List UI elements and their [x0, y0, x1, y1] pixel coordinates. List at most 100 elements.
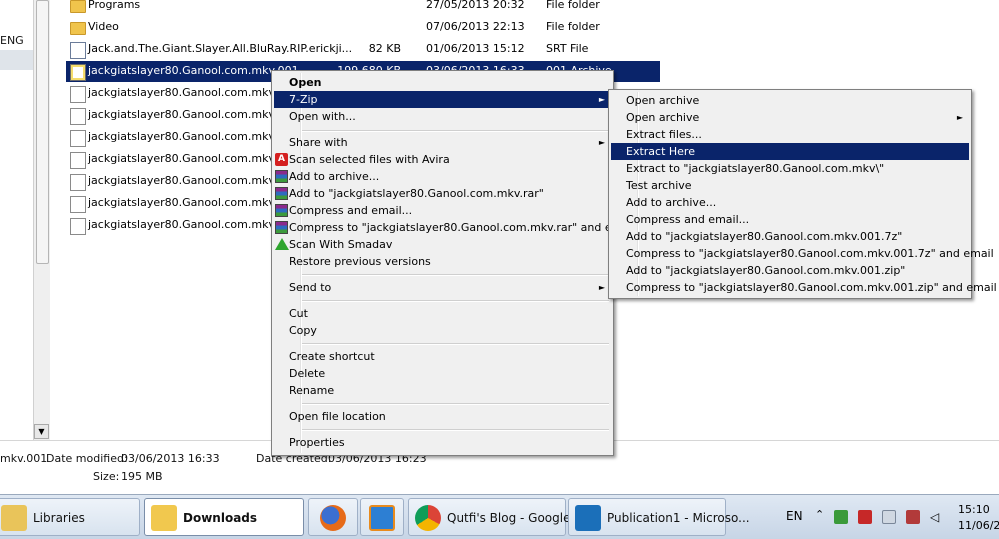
srt-file-icon — [70, 42, 86, 59]
menu-item-create-shortcut[interactable]: Create shortcut — [274, 348, 611, 365]
submenu-item-compress-zip-email[interactable]: Compress to "jackgiatslayer80.Ganool.com… — [611, 279, 997, 296]
file-icon — [70, 196, 86, 213]
submenu-item-test-archive[interactable]: Test archive — [611, 177, 969, 194]
file-name: Video — [88, 20, 119, 33]
network-signal-icon[interactable] — [882, 510, 896, 524]
system-tray: ⌃ ◁ — [812, 495, 939, 539]
submenu-item-compress-7z-email[interactable]: Compress to "jackgiatslayer80.Ganool.com… — [611, 245, 994, 262]
file-icon — [70, 86, 86, 103]
navigation-item-label: ENG — [0, 34, 24, 47]
winrar-icon — [275, 221, 288, 234]
libraries-icon — [1, 505, 27, 531]
navigation-selected-item[interactable] — [0, 50, 33, 70]
submenu-item-compress-email[interactable]: Compress and email... — [611, 211, 969, 228]
taskbar-libraries-button[interactable]: Libraries — [0, 498, 140, 536]
file-date: 01/06/2013 15:12 — [426, 42, 525, 55]
file-name: jackgiatslayer80.Ganool.com.mkv.002 — [88, 86, 299, 99]
file-row[interactable]: Video 07/06/2013 22:13 File folder — [66, 17, 660, 38]
menu-item-copy[interactable]: Copy — [274, 322, 611, 339]
file-size: 82 KB — [368, 42, 401, 55]
clock-time[interactable]: 15:10 — [958, 503, 990, 516]
menu-item-scan-avira[interactable]: A Scan selected files with Avira — [274, 151, 611, 168]
submenu-item-add-to-7z[interactable]: Add to "jackgiatslayer80.Ganool.com.mkv.… — [611, 228, 969, 245]
taskbar-publisher-button[interactable]: Publication1 - Microso... — [568, 498, 750, 536]
menu-item-open-file-location[interactable]: Open file location — [274, 408, 611, 425]
avira-icon: A — [275, 153, 288, 166]
menu-item-7zip[interactable]: 7-Zip ► — [274, 91, 611, 108]
menu-item-cut[interactable]: Cut — [274, 305, 611, 322]
submenu-item-extract-to[interactable]: Extract to "jackgiatslayer80.Ganool.com.… — [611, 160, 969, 177]
menu-item-compress-email[interactable]: Compress and email... — [274, 202, 611, 219]
winrar-icon — [275, 204, 288, 217]
context-menu: Open 7-Zip ► Open with... Share with ► A Sc… — [271, 70, 635, 456]
archive-icon — [70, 64, 86, 81]
file-name: jackgiatslayer80.Ganool.com.mkv.001 — [88, 64, 299, 77]
7zip-submenu: Open archive Open archive ► Extract files… — [608, 89, 997, 299]
menu-item-restore-versions[interactable]: Restore previous versions — [274, 253, 611, 270]
media-player-icon — [369, 505, 395, 531]
size-value: 195 MB — [121, 470, 163, 483]
submenu-arrow-icon: ► — [598, 138, 605, 147]
file-date: 27/05/2013 20:32 — [426, 0, 525, 11]
menu-item-scan-smadav[interactable]: Scan With Smadav — [274, 236, 611, 253]
file-icon — [70, 174, 86, 191]
security-icon[interactable] — [834, 510, 848, 524]
file-name: jackgiatslayer80.Ganool.com.mkv.006 — [88, 174, 299, 187]
menu-item-properties[interactable]: Properties — [274, 434, 611, 451]
usb-device-icon[interactable] — [906, 510, 920, 524]
scroll-down-button[interactable]: ▼ — [34, 424, 49, 439]
size-label: Size: — [93, 470, 120, 483]
file-row[interactable]: Programs 27/05/2013 20:32 File folder — [66, 0, 660, 16]
chrome-icon — [415, 505, 441, 531]
file-name: Programs — [88, 0, 141, 11]
smadav-icon — [275, 238, 289, 250]
language-indicator[interactable]: EN — [786, 509, 803, 523]
submenu-item-extract-here[interactable]: Extract Here — [611, 143, 969, 160]
winrar-icon — [275, 170, 288, 183]
publisher-icon — [575, 505, 601, 531]
taskbar-firefox-button[interactable] — [308, 498, 358, 536]
clock-date[interactable]: 11/06/20 — [958, 519, 999, 532]
details-filename: mkv.001 — [0, 452, 48, 465]
menu-item-add-to-rar[interactable]: Add to "jackgiatslayer80.Ganool.com.mkv.… — [274, 185, 611, 202]
date-modified-label: Date modified: — [46, 452, 128, 465]
menu-separator — [302, 130, 609, 132]
file-icon — [70, 218, 86, 235]
submenu-item-add-to-archive[interactable]: Add to archive... — [611, 194, 969, 211]
menu-separator — [302, 429, 609, 431]
taskbar-downloads-button[interactable]: Downloads — [144, 498, 304, 536]
menu-item-share-with[interactable]: Share with ► — [274, 134, 611, 151]
submenu-item-extract-files[interactable]: Extract files... — [611, 126, 969, 143]
submenu-item-add-to-zip[interactable]: Add to "jackgiatslayer80.Ganool.com.mkv.… — [611, 262, 969, 279]
submenu-item-open-archive[interactable]: Open archive — [611, 92, 969, 109]
file-name: Jack.and.The.Giant.Slayer.All.BluRay.RIP… — [88, 42, 353, 55]
submenu-item-open-archive-sub[interactable]: Open archive ► — [611, 109, 969, 126]
volume-icon[interactable]: ◁ — [930, 510, 944, 524]
date-modified-value: 03/06/2013 16:33 — [121, 452, 220, 465]
menu-item-add-to-archive[interactable]: Add to archive... — [274, 168, 611, 185]
taskbar-media-player-button[interactable] — [360, 498, 404, 536]
show-hidden-icons-icon[interactable]: ⌃ — [815, 508, 824, 521]
submenu-arrow-icon: ► — [598, 95, 605, 104]
file-name: jackgiatslayer80.Ganool.com.mkv.003 — [88, 108, 299, 121]
menu-item-rename[interactable]: Rename — [274, 382, 611, 399]
submenu-arrow-icon: ► — [598, 283, 605, 292]
file-type: File folder — [546, 0, 600, 11]
menu-item-delete[interactable]: Delete — [274, 365, 611, 382]
menu-item-send-to[interactable]: Send to ► — [274, 279, 611, 296]
folder-icon — [151, 505, 177, 531]
menu-item-open-with[interactable]: Open with... — [274, 108, 611, 125]
menu-item-open[interactable]: Open — [274, 74, 611, 91]
menu-item-compress-rar-email[interactable]: Compress to "jackgiatslayer80.Ganool.com… — [274, 219, 635, 236]
folder-icon — [70, 22, 86, 35]
avira-tray-icon[interactable] — [858, 510, 872, 524]
file-icon — [70, 130, 86, 147]
file-date: 07/06/2013 22:13 — [426, 20, 525, 33]
taskbar: Libraries Downloads Qutfi's Blog - Googl… — [0, 494, 999, 539]
firefox-icon — [320, 505, 346, 531]
winrar-icon — [275, 187, 288, 200]
file-row[interactable]: Jack.and.The.Giant.Slayer.All.BluRay.RIP… — [66, 39, 660, 60]
scrollbar-thumb[interactable] — [36, 0, 49, 264]
file-type: File folder — [546, 20, 600, 33]
taskbar-chrome-button[interactable]: Qutfi's Blog - Google ... — [408, 498, 586, 536]
